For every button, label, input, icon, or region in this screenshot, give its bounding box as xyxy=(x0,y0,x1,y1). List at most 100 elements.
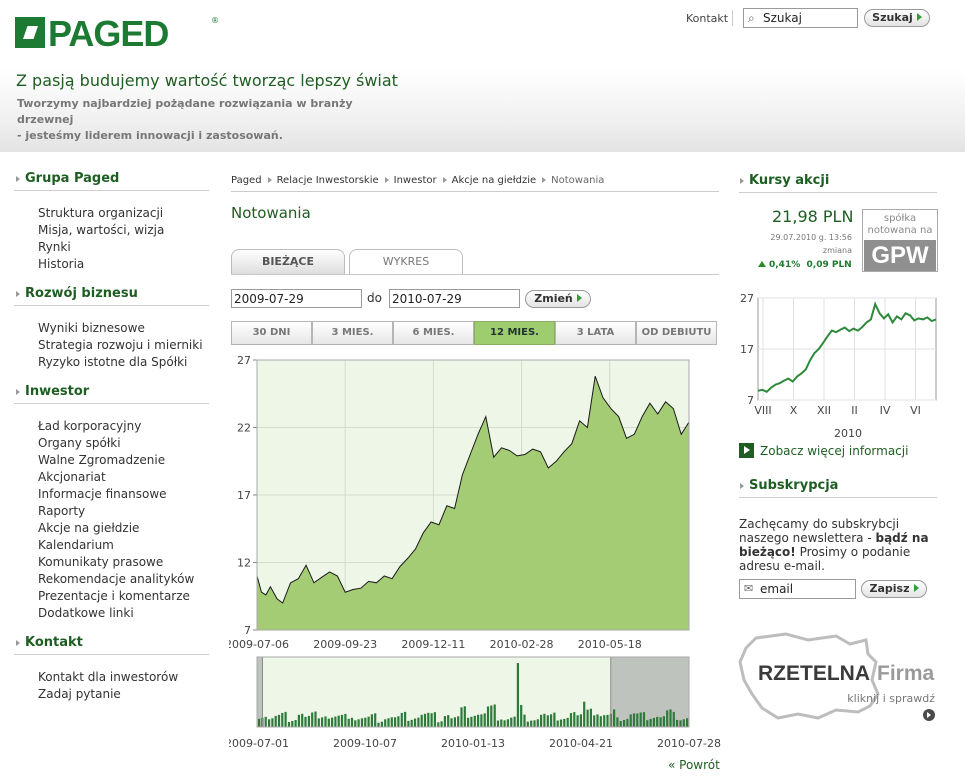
gpw-caption: spółka notowana na xyxy=(863,213,937,237)
range-30-dni[interactable]: 30 DNI xyxy=(231,321,312,345)
nav-item-komunikaty[interactable]: Komunikaty prasowe xyxy=(38,555,163,569)
nav-section-inwestor[interactable]: Inwestor xyxy=(14,384,209,404)
volume-bar xyxy=(337,715,340,727)
nav-item-misja[interactable]: Misja, wartości, wizja xyxy=(38,223,164,237)
breadcrumb-item[interactable]: Paged xyxy=(231,175,262,186)
y-tick-label: 27 xyxy=(237,354,251,367)
volume-bar xyxy=(486,706,490,727)
volume-bar xyxy=(496,720,500,727)
volume-bar xyxy=(437,722,440,727)
nav-item-akcjonariat[interactable]: Akcjonariat xyxy=(38,470,106,484)
nav-item-linki[interactable]: Dodatkowe linki xyxy=(38,606,134,620)
range-6-mies[interactable]: 6 MIES. xyxy=(393,321,474,345)
range-12-mies[interactable]: 12 MIES. xyxy=(474,321,555,345)
volume-bar xyxy=(420,714,423,727)
email-input[interactable] xyxy=(760,581,852,597)
volume-navigator-chart[interactable]: 2009-07-01 2009-10-07 2010-01-13 2010-04-21… xyxy=(229,655,721,750)
volume-bar xyxy=(284,711,287,727)
nav-item-organy[interactable]: Organy spółki xyxy=(38,436,121,450)
volume-bar xyxy=(556,720,559,727)
date-from-input[interactable] xyxy=(231,289,362,308)
date-to-label: do xyxy=(367,291,382,305)
nav-item-strategia[interactable]: Strategia rozwoju i mierniki xyxy=(38,338,203,352)
price-area-chart[interactable]: 2009-07-06 2009-09-23 2009-12-11 2010-02-28… xyxy=(229,352,721,652)
y-tick-label: 12 xyxy=(237,557,251,570)
volume-bar xyxy=(281,712,284,727)
change-absolute: 0,09 PLN xyxy=(806,260,852,270)
volume-bar xyxy=(636,713,639,727)
tab-biezace[interactable]: BIEŻĄCE xyxy=(231,249,345,275)
back-link[interactable]: « Powrót xyxy=(668,758,720,772)
volume-bar xyxy=(543,713,546,727)
tab-wykres[interactable]: WYKRES xyxy=(349,249,463,275)
nav-item-zadaj-pytanie[interactable]: Zadaj pytanie xyxy=(38,687,121,701)
subscribe-button[interactable]: Zapisz xyxy=(861,580,927,598)
mini-y-tick-label: 27 xyxy=(740,292,754,305)
nav-item-prezentacje[interactable]: Prezentacje i komentarze xyxy=(38,589,190,603)
range-3-mies[interactable]: 3 MIES. xyxy=(312,321,393,345)
nav-x-tick-label: 2010-04-21 xyxy=(549,737,613,750)
nav-item-informacje[interactable]: Informacje finansowe xyxy=(38,487,167,501)
breadcrumb-item[interactable]: Akcje na giełdzie xyxy=(452,175,537,186)
nav-section-kontakt[interactable]: Kontakt xyxy=(14,635,209,655)
volume-bar xyxy=(470,716,473,728)
nav-item-wyniki[interactable]: Wyniki biznesowe xyxy=(38,321,145,335)
volume-bar xyxy=(659,717,662,728)
paged-logo[interactable]: PAGED ® xyxy=(15,13,220,54)
nav-item-struktura[interactable]: Struktura organizacji xyxy=(38,206,163,220)
navigator-mask-right xyxy=(610,657,689,727)
date-to-input[interactable] xyxy=(389,289,520,308)
volume-bar xyxy=(307,715,310,727)
gpw-badge[interactable]: spółka notowana na GPW xyxy=(862,209,938,272)
volume-bar xyxy=(626,718,629,727)
nav-item-ryzyko[interactable]: Ryzyko istotne dla Spółki xyxy=(38,355,187,369)
volume-bar xyxy=(430,713,433,727)
nav-item-kontakt-inwestorow[interactable]: Kontakt dla inwestorów xyxy=(38,670,178,684)
mini-x-tick-label: XII xyxy=(817,404,831,417)
volume-bar xyxy=(573,712,576,727)
volume-bar xyxy=(291,721,294,728)
nav-section-grupa-paged[interactable]: Grupa Paged xyxy=(14,171,209,191)
price-change: 0,41% 0,09 PLN xyxy=(758,260,852,270)
volume-bar xyxy=(616,717,619,727)
breadcrumb-item[interactable]: Inwestor xyxy=(394,175,437,186)
breadcrumb-item[interactable]: Relacje Inwestorskie xyxy=(277,175,379,186)
volume-bar xyxy=(629,714,632,727)
search-input[interactable] xyxy=(763,10,855,26)
volume-bar xyxy=(297,714,300,728)
mini-x-tick-label: VIII xyxy=(754,404,771,417)
volume-bar xyxy=(493,704,496,727)
rzetelna-firma-badge[interactable]: RZETELNA Firma kliknij i sprawdź xyxy=(738,632,940,722)
search-button[interactable]: Szukaj xyxy=(864,9,930,27)
volume-bar xyxy=(384,719,387,728)
change-dates-button[interactable]: Zmień xyxy=(525,290,591,308)
breadcrumb-arrow-icon xyxy=(267,177,272,183)
nav-section-rozwoj[interactable]: Rozwój biznesu xyxy=(14,286,209,306)
nav-item-walne[interactable]: Walne Zgromadzenie xyxy=(38,453,165,467)
volume-bar xyxy=(324,716,327,727)
nav-item-raporty[interactable]: Raporty xyxy=(38,504,85,518)
range-3-lata[interactable]: 3 LATA xyxy=(555,321,636,345)
range-od-debiutu[interactable]: OD DEBIUTU xyxy=(636,321,717,345)
nav-item-akcje[interactable]: Akcje na giełdzie xyxy=(38,521,139,535)
gpw-line-2: notowana na xyxy=(867,225,933,236)
more-info-link[interactable]: Zobacz więcej informacji xyxy=(739,443,908,458)
page-title: Notowania xyxy=(231,204,311,222)
nav-item-lad[interactable]: Ład korporacyjny xyxy=(38,419,141,433)
logo-registered-mark: ® xyxy=(211,16,219,25)
rzetelna-title: RZETELNA xyxy=(758,662,870,685)
arrow-right-icon xyxy=(576,294,582,302)
nav-item-historia[interactable]: Historia xyxy=(38,257,84,271)
nav-item-rynki[interactable]: Rynki xyxy=(38,240,71,254)
volume-bar xyxy=(639,712,642,727)
top-contact-link[interactable]: Kontakt xyxy=(686,12,728,25)
mini-price-chart[interactable]: 27 17 7VIII X XII II IV VI 2010 xyxy=(738,290,940,442)
volume-bar xyxy=(350,717,354,727)
volume-bar xyxy=(404,711,407,727)
nav-item-rekomendacje[interactable]: Rekomendacje analityków xyxy=(38,572,194,586)
volume-bar xyxy=(593,715,596,727)
volume-bar xyxy=(321,717,324,727)
volume-bar xyxy=(357,719,360,727)
volume-bar xyxy=(463,706,466,728)
nav-item-kalendarium[interactable]: Kalendarium xyxy=(38,538,114,552)
